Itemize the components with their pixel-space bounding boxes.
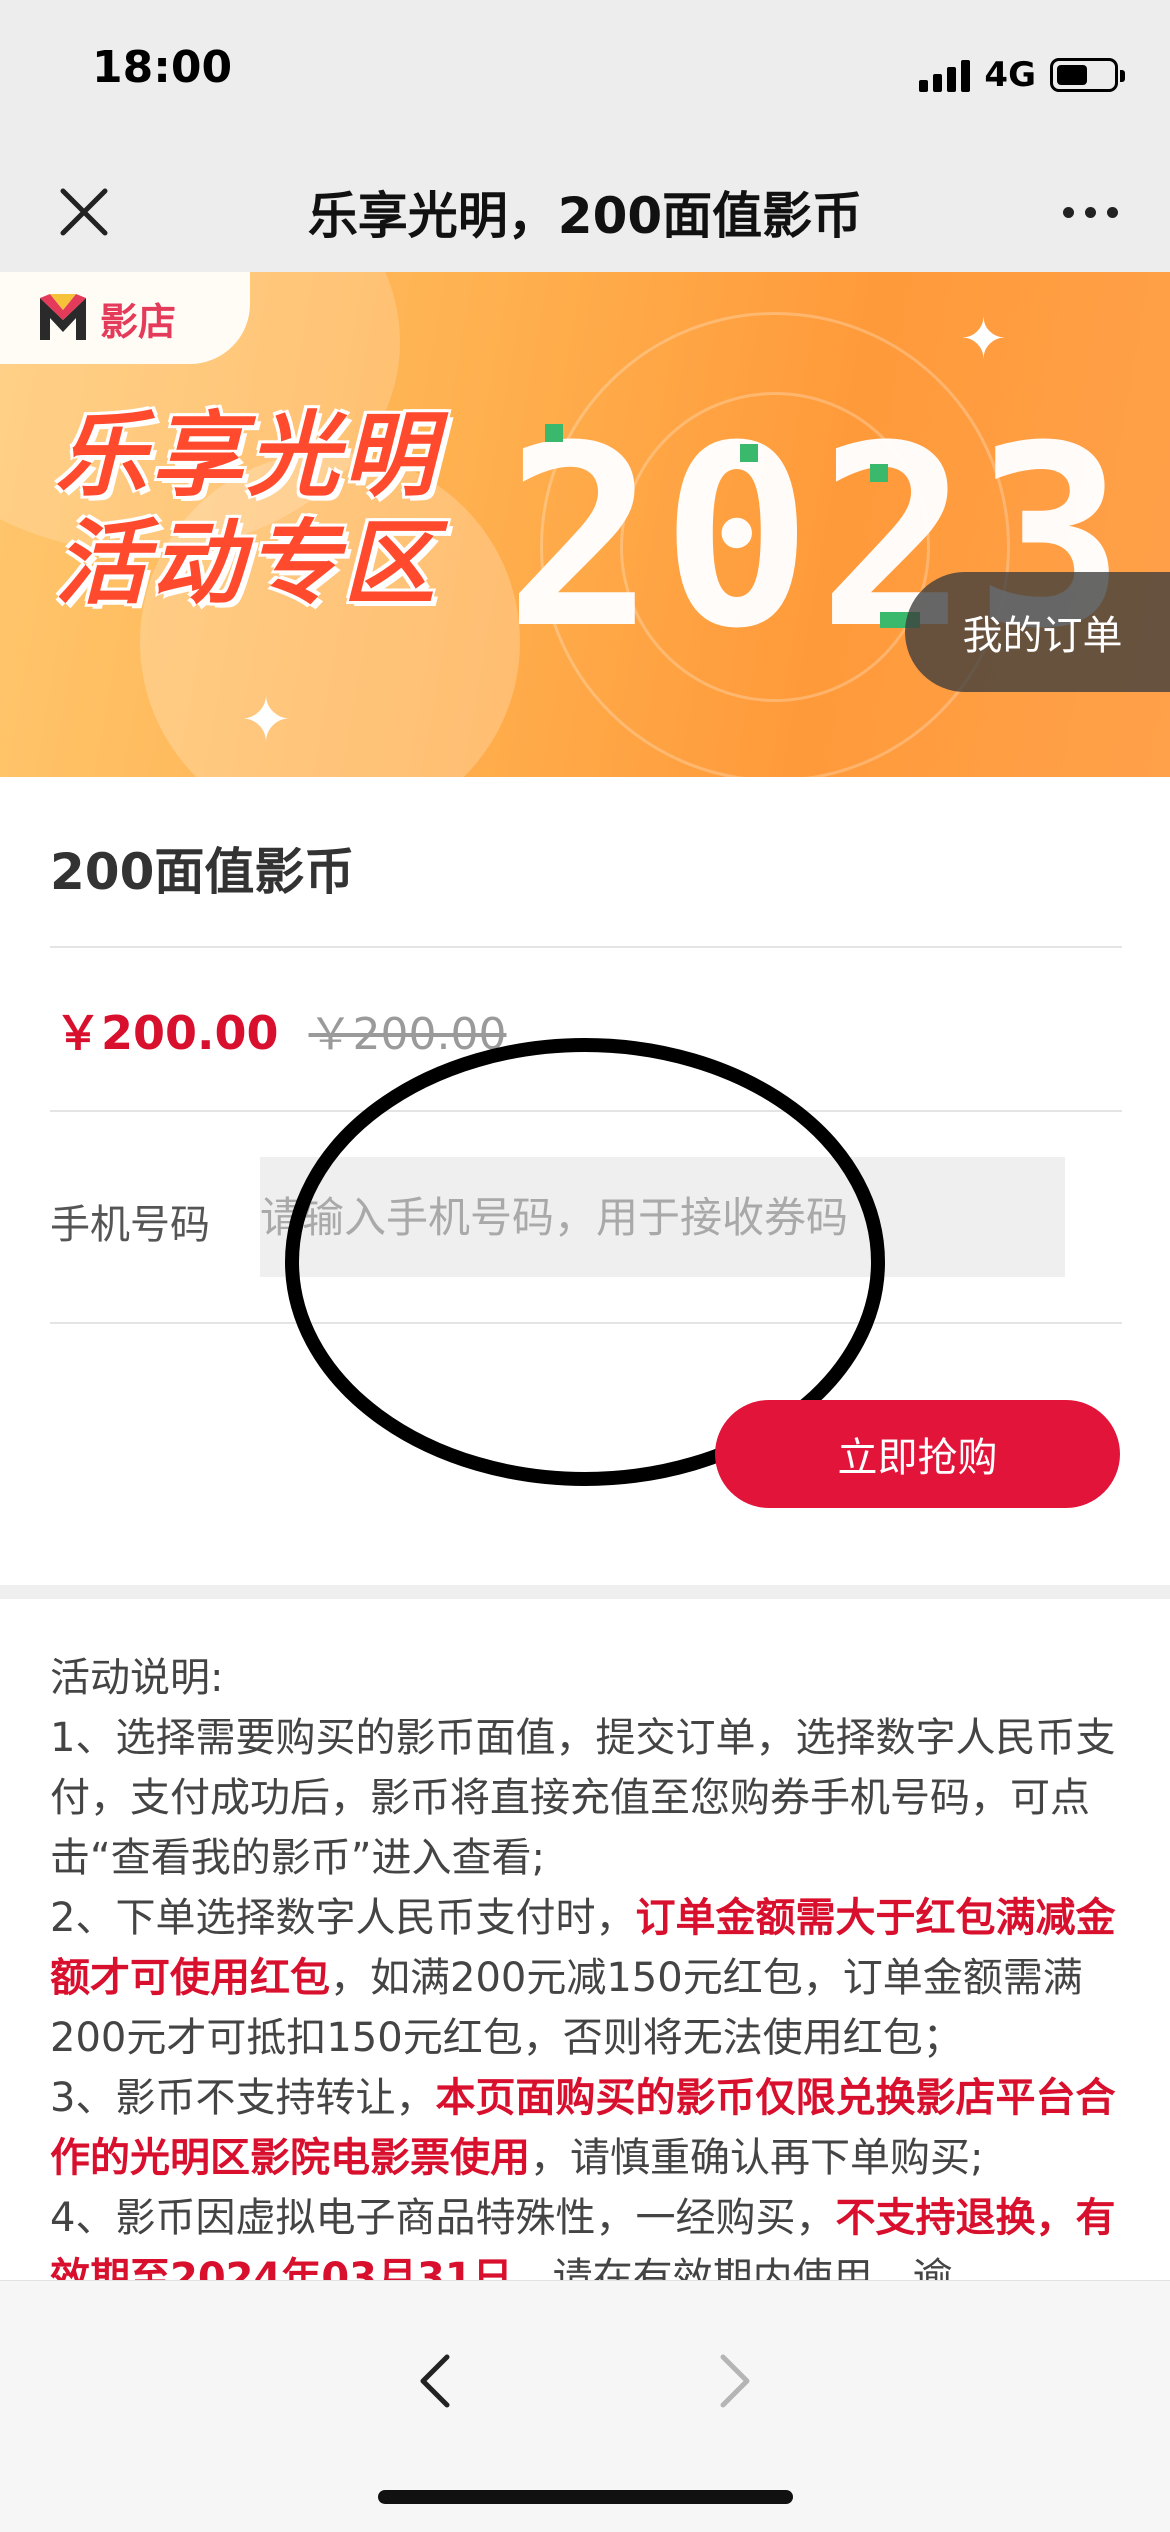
price-row: ￥200.00 ￥200.00 xyxy=(55,997,506,1063)
description-heading: 活动说明: xyxy=(50,1655,224,1701)
page-title: 乐享光明，200面值影币 xyxy=(307,187,863,245)
section-gap xyxy=(0,1585,1170,1599)
product-title: 200面值影币 xyxy=(50,843,355,901)
more-icon[interactable] xyxy=(1050,180,1130,244)
phone-input[interactable] xyxy=(260,1157,1065,1277)
original-price: ￥200.00 xyxy=(308,1009,507,1060)
description-item: 2、下单选择数字人民币支付时，订单金额需大于红包满减金额才可使用红包，如满200… xyxy=(50,1895,1116,2061)
brand-badge: 影店 xyxy=(0,272,250,364)
description-item: 4、影币因虚拟电子商品特殊性，一经购买，不支持退换，有效期至2024年03月31… xyxy=(50,2188,1130,2280)
divider xyxy=(50,1322,1122,1324)
status-time: 18:00 xyxy=(92,42,233,93)
phone-label: 手机号码 xyxy=(50,1202,210,1248)
banner-headline: 乐享光明 活动专区 xyxy=(55,402,439,618)
sparkle-icon: ✦ xyxy=(960,307,1007,372)
headline-line-1: 乐享光明 xyxy=(55,402,440,509)
buy-now-button[interactable]: 立即抢购 xyxy=(715,1400,1120,1508)
status-indicators: 4G xyxy=(919,52,1125,98)
description-item: 1、选择需要购买的影币面值，提交订单，选择数字人民币支付，支付成功后，影币将直接… xyxy=(50,1715,1116,1881)
description-item: 3、影币不支持转让，本页面购买的影币仅限兑换影店平台合作的光明区影院电影票使用，… xyxy=(50,2075,1116,2181)
back-arrow-icon[interactable] xyxy=(395,2341,475,2421)
signal-icon xyxy=(919,58,971,92)
divider xyxy=(50,1110,1122,1112)
forward-arrow-icon[interactable] xyxy=(695,2341,775,2421)
brand-logo-icon xyxy=(40,294,86,340)
close-icon[interactable] xyxy=(52,180,116,244)
network-label: 4G xyxy=(984,55,1036,95)
battery-icon xyxy=(1050,58,1125,92)
promo-banner: 影店 乐享光明 活动专区 2023 ✦ ✦ 我的订单 xyxy=(0,272,1170,777)
current-price: ￥200.00 xyxy=(55,1006,279,1060)
my-orders-button[interactable]: 我的订单 xyxy=(905,572,1170,692)
headline-line-2: 活动专区 xyxy=(55,510,440,617)
brand-name: 影店 xyxy=(100,299,177,344)
home-indicator xyxy=(378,2490,793,2504)
status-bar: 18:00 4G xyxy=(0,0,1170,150)
nav-bar: 乐享光明，200面值影币 xyxy=(0,150,1170,272)
activity-description: 活动说明: 1、选择需要购买的影币面值，提交订单，选择数字人民币支付，支付成功后… xyxy=(50,1648,1130,2280)
sparkle-icon: ✦ xyxy=(240,683,292,756)
divider xyxy=(50,946,1122,948)
